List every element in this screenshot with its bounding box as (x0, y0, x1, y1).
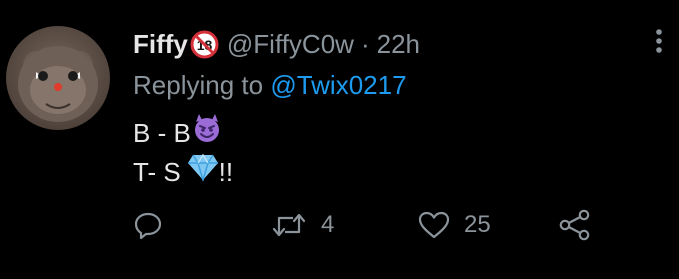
replying-to-line: Replying to @Twix0217 (133, 67, 407, 103)
reply-icon (134, 212, 162, 240)
body-text-2: T- S (133, 156, 181, 187)
smiling-devil-emoji (192, 113, 222, 152)
tweet-header: Fiffy 18 @FiffyC0w · 22h (133, 25, 420, 63)
more-vertical-icon (656, 29, 662, 53)
tweet[interactable]: Fiffy 18 @FiffyC0w · 22h Replying to @Tw… (0, 0, 679, 279)
avatar[interactable] (6, 26, 110, 130)
heart-icon (418, 211, 450, 239)
retweet-icon (272, 213, 306, 237)
body-text-2-suffix: !! (218, 156, 234, 187)
user-handle[interactable]: @FiffyC0w (227, 25, 354, 63)
share-icon (559, 209, 590, 241)
replying-to-label: Replying to (133, 70, 264, 100)
retweet-count: 4 (321, 211, 335, 238)
share-button[interactable] (558, 205, 592, 245)
gem-stone-emoji (187, 153, 219, 190)
display-name[interactable]: Fiffy (133, 25, 188, 63)
no-under-18-icon: 18 (190, 30, 219, 59)
tweet-body-line-2: T- S !! (133, 153, 233, 190)
replying-to-handle[interactable]: @Twix0217 (270, 70, 406, 100)
like-count: 25 (464, 211, 491, 238)
body-text-1: B - B (133, 117, 191, 148)
more-button[interactable] (645, 27, 673, 55)
avatar-cat-image (18, 46, 98, 122)
tweet-actions: 4 25 (133, 205, 603, 245)
separator-dot: · (360, 29, 370, 59)
like-button[interactable]: 25 (418, 205, 491, 245)
tweet-body-line-1: B - B (133, 113, 222, 152)
timestamp[interactable]: 22h (377, 25, 420, 63)
reply-button[interactable] (133, 205, 177, 245)
retweet-button[interactable]: 4 (271, 205, 334, 245)
